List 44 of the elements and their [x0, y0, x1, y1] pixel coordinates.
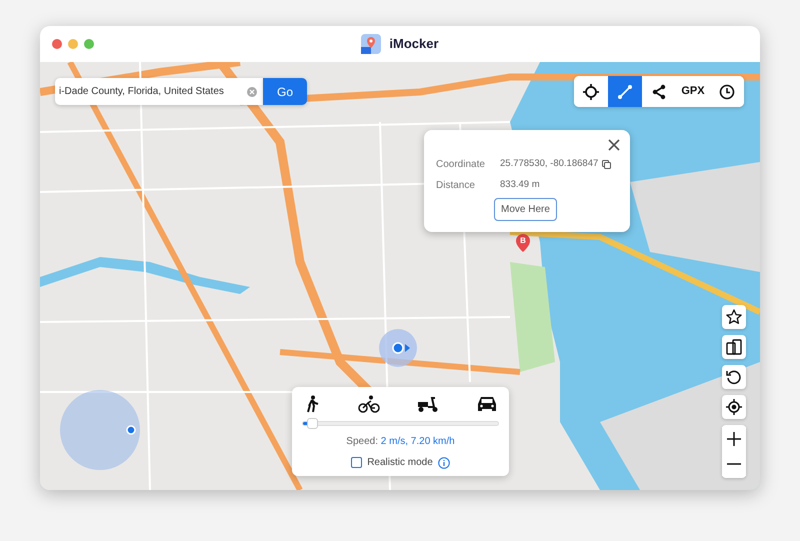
info-icon[interactable]: [438, 456, 450, 468]
locate-button[interactable]: [722, 395, 746, 419]
devices-button[interactable]: [722, 335, 746, 359]
field-label: Coordinate: [436, 158, 486, 172]
route-button[interactable]: [608, 76, 642, 107]
field-label: Distance: [436, 179, 476, 193]
reset-icon: [726, 369, 742, 385]
walking-icon[interactable]: [304, 395, 320, 413]
car-icon[interactable]: [476, 395, 497, 413]
crosshair-icon: [583, 84, 599, 100]
close-icon[interactable]: [608, 138, 620, 150]
move-here-button[interactable]: Move Here: [494, 198, 557, 221]
teleport-button[interactable]: [574, 76, 608, 107]
devices-icon: [726, 339, 742, 355]
bicycle-icon[interactable]: [358, 395, 380, 413]
speed-text: Speed: 2 m/s, 7.20 km/h: [345, 435, 456, 449]
location-dot: [126, 425, 136, 435]
reset-button[interactable]: [722, 365, 746, 389]
zoom-in-button[interactable]: [722, 427, 746, 451]
plus-icon: [727, 432, 741, 446]
share-icon: [651, 84, 667, 100]
scooter-icon[interactable]: [417, 395, 440, 413]
crosshair-icon: [726, 399, 742, 415]
share-button[interactable]: [642, 76, 676, 107]
star-icon: [726, 309, 742, 325]
gpx-button[interactable]: GPX: [676, 76, 710, 107]
realistic-mode-checkbox[interactable]: [351, 457, 362, 468]
window-title: iMocker: [389, 35, 439, 54]
close-button[interactable]: [52, 39, 62, 49]
route-icon: [617, 84, 633, 100]
field-value: 25.778530, -80.186847: [500, 157, 598, 172]
current-location-marker: [378, 328, 418, 368]
app-logo-icon: [361, 34, 382, 54]
clock-icon: [719, 84, 735, 100]
destination-pin: B: [516, 234, 530, 252]
field-value: 833.49 m: [500, 178, 540, 192]
star-button[interactable]: [722, 305, 746, 329]
speed-slider[interactable]: [302, 421, 499, 426]
zoom-out-button[interactable]: [722, 452, 746, 476]
history-button[interactable]: [710, 76, 744, 107]
copy-icon[interactable]: [602, 160, 612, 169]
realistic-mode-label: Realistic mode: [367, 456, 433, 470]
slider-thumb[interactable]: [306, 418, 318, 429]
go-button[interactable]: Go: [263, 78, 307, 105]
